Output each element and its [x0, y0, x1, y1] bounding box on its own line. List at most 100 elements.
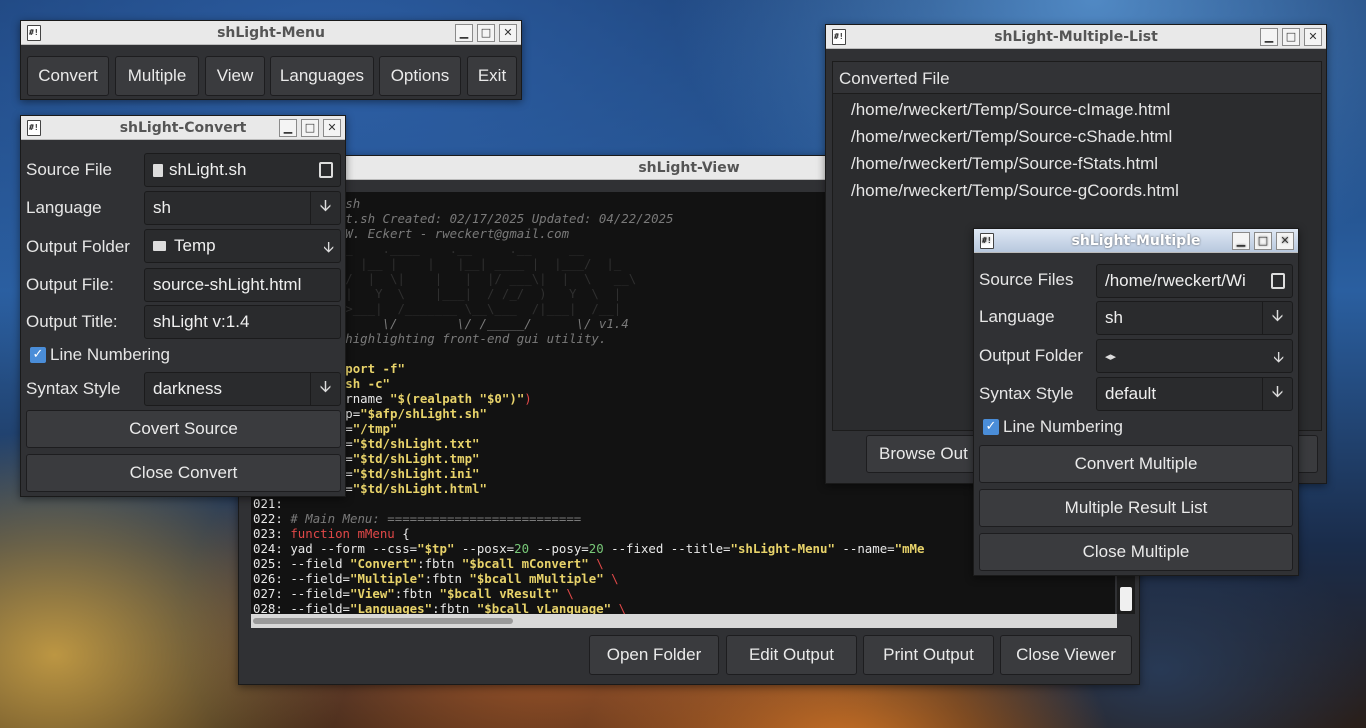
syntax-style-select[interactable]: darkness 🡫: [144, 372, 341, 406]
syntax-style-select[interactable]: default 🡫: [1096, 377, 1293, 411]
vertical-scrollbar-thumb[interactable]: [1120, 587, 1132, 611]
close-multiple-button[interactable]: Close Multiple: [979, 533, 1293, 571]
arrow-down-icon: 🡫: [310, 373, 340, 405]
minimize-icon[interactable]: ▁: [1260, 28, 1278, 46]
folder-arrows-icon: ◂▸: [1105, 350, 1117, 363]
source-file-field[interactable]: shLight.sh: [144, 153, 341, 187]
output-folder-select[interactable]: Temp 🡫: [144, 229, 341, 263]
view-title: shLight-View: [638, 159, 740, 176]
code-token: --field=: [290, 586, 350, 601]
output-title-label: Output Title:: [26, 312, 118, 331]
output-file-label: Output File:: [26, 275, 114, 294]
output-file-value: source-shLight.html: [153, 275, 302, 294]
code-token: 20: [514, 541, 530, 556]
language-label: Language: [979, 307, 1055, 326]
code-token: ght.sh Created: 02/17/2025 Updated: 04/2…: [330, 211, 674, 226]
multiple-result-list-button[interactable]: Multiple Result List: [979, 489, 1293, 527]
convert-titlebar[interactable]: shLight-Convert ▁ □ ✕: [21, 116, 345, 140]
close-icon[interactable]: ✕: [323, 119, 341, 137]
list-item[interactable]: /home/rweckert/Temp/Source-fStats.html: [851, 154, 1158, 174]
code-token: --posy=: [529, 541, 589, 556]
source-file-label: Source File: [26, 160, 112, 179]
print-output-button[interactable]: Print Output: [863, 635, 994, 675]
code-line: 028: --field="Languages":fbtn "$bcall vL…: [253, 601, 1115, 614]
code-token: "Convert": [350, 556, 418, 571]
code-token: \: [558, 586, 574, 601]
code-token: "mMe: [894, 541, 925, 556]
syntax-style-label: Syntax Style: [26, 379, 121, 398]
list-item[interactable]: /home/rweckert/Temp/Source-cShade.html: [851, 127, 1172, 147]
app-icon: [980, 233, 994, 249]
script-file-icon: [153, 163, 163, 177]
convert-title: shLight-Convert: [119, 119, 247, 136]
minimize-icon[interactable]: ▁: [279, 119, 297, 137]
file-picker-icon[interactable]: [319, 162, 333, 178]
close-icon[interactable]: ✕: [1276, 232, 1294, 250]
code-token: "$bcall mConvert": [461, 556, 589, 571]
menu-convert-button[interactable]: Convert: [27, 56, 109, 96]
code-token: {: [402, 526, 410, 541]
code-token: "$(realpath "$0")": [390, 391, 525, 406]
list-header[interactable]: Converted File: [833, 62, 1321, 94]
close-icon[interactable]: ✕: [1304, 28, 1322, 46]
source-files-field[interactable]: /home/rweckert/Wi: [1096, 264, 1293, 298]
syntax-style-value: default: [1105, 384, 1157, 403]
folder-icon: [153, 241, 166, 251]
language-select[interactable]: sh 🡫: [1096, 301, 1293, 335]
horizontal-scrollbar[interactable]: [251, 614, 1117, 628]
menu-languages-button[interactable]: Languages: [270, 56, 374, 96]
source-file-value: shLight.sh: [169, 160, 247, 179]
output-folder-label: Output Folder: [26, 237, 130, 256]
code-token: "$bcall vLanguage": [476, 601, 612, 614]
line-numbering-checkbox[interactable]: ✓: [30, 347, 46, 363]
code-token: "$tp": [417, 541, 455, 556]
code-token: --field=: [290, 601, 350, 614]
convert-multiple-button[interactable]: Convert Multiple: [979, 445, 1293, 483]
maximize-icon[interactable]: □: [1254, 232, 1272, 250]
list-titlebar[interactable]: shLight-Multiple-List ▁ □ ✕: [826, 25, 1326, 49]
output-title-input[interactable]: shLight v:1.4: [144, 305, 341, 339]
covert-source-button[interactable]: Covert Source: [26, 410, 341, 448]
menu-multiple-button[interactable]: Multiple: [115, 56, 199, 96]
language-value: sh: [153, 198, 171, 217]
menu-options-button[interactable]: Options: [379, 56, 461, 96]
close-viewer-button[interactable]: Close Viewer: [1000, 635, 1132, 675]
maximize-icon[interactable]: □: [301, 119, 319, 137]
code-token: "$td/shLight.html": [352, 481, 487, 496]
close-icon[interactable]: ✕: [499, 24, 517, 42]
code-line: 027: --field="View":fbtn "$bcall vResult…: [253, 586, 1115, 601]
language-select[interactable]: sh 🡫: [144, 191, 341, 225]
code-token: 20: [588, 541, 604, 556]
line-number: 025:: [253, 556, 291, 571]
minimize-icon[interactable]: ▁: [455, 24, 473, 42]
menu-view-button[interactable]: View: [205, 56, 265, 96]
code-token: __/ | \| | | |/ ___\| | \ __\: [330, 271, 637, 286]
arrow-down-icon: 🡫: [1262, 378, 1292, 410]
output-folder-select[interactable]: ◂▸ 🡫: [1096, 339, 1293, 373]
edit-output-button[interactable]: Edit Output: [726, 635, 857, 675]
line-numbering-checkbox[interactable]: ✓: [983, 419, 999, 435]
menu-exit-button[interactable]: Exit: [467, 56, 517, 96]
output-folder-value: Temp: [174, 236, 216, 255]
code-token: --fixed --title=: [603, 541, 731, 556]
horizontal-scrollbar-thumb[interactable]: [253, 618, 513, 624]
code-token: # Main Menu: ==========================: [290, 511, 582, 526]
list-item[interactable]: /home/rweckert/Temp/Source-gCoords.html: [851, 181, 1179, 201]
minimize-icon[interactable]: ▁: [1232, 232, 1250, 250]
list-item[interactable]: /home/rweckert/Temp/Source-cImage.html: [851, 100, 1170, 120]
file-picker-icon[interactable]: [1271, 273, 1285, 289]
line-number: 022:: [253, 511, 291, 526]
maximize-icon[interactable]: □: [1282, 28, 1300, 46]
code-token: :fbtn: [417, 556, 462, 571]
multiple-titlebar[interactable]: shLight-Multiple ▁ □ ✕: [974, 229, 1298, 253]
menu-titlebar[interactable]: shLight-Menu ▁ □ ✕: [21, 21, 521, 45]
arrow-down-icon: 🡫: [1262, 302, 1292, 334]
close-convert-button[interactable]: Close Convert: [26, 454, 341, 492]
open-folder-button[interactable]: Open Folder: [589, 635, 719, 675]
language-label: Language: [26, 198, 102, 217]
line-number: 024:: [253, 541, 291, 556]
maximize-icon[interactable]: □: [477, 24, 495, 42]
code-token: :fbtn: [432, 601, 477, 614]
output-file-input[interactable]: source-shLight.html: [144, 268, 341, 302]
chevron-down-icon: 🡫: [1273, 349, 1284, 366]
